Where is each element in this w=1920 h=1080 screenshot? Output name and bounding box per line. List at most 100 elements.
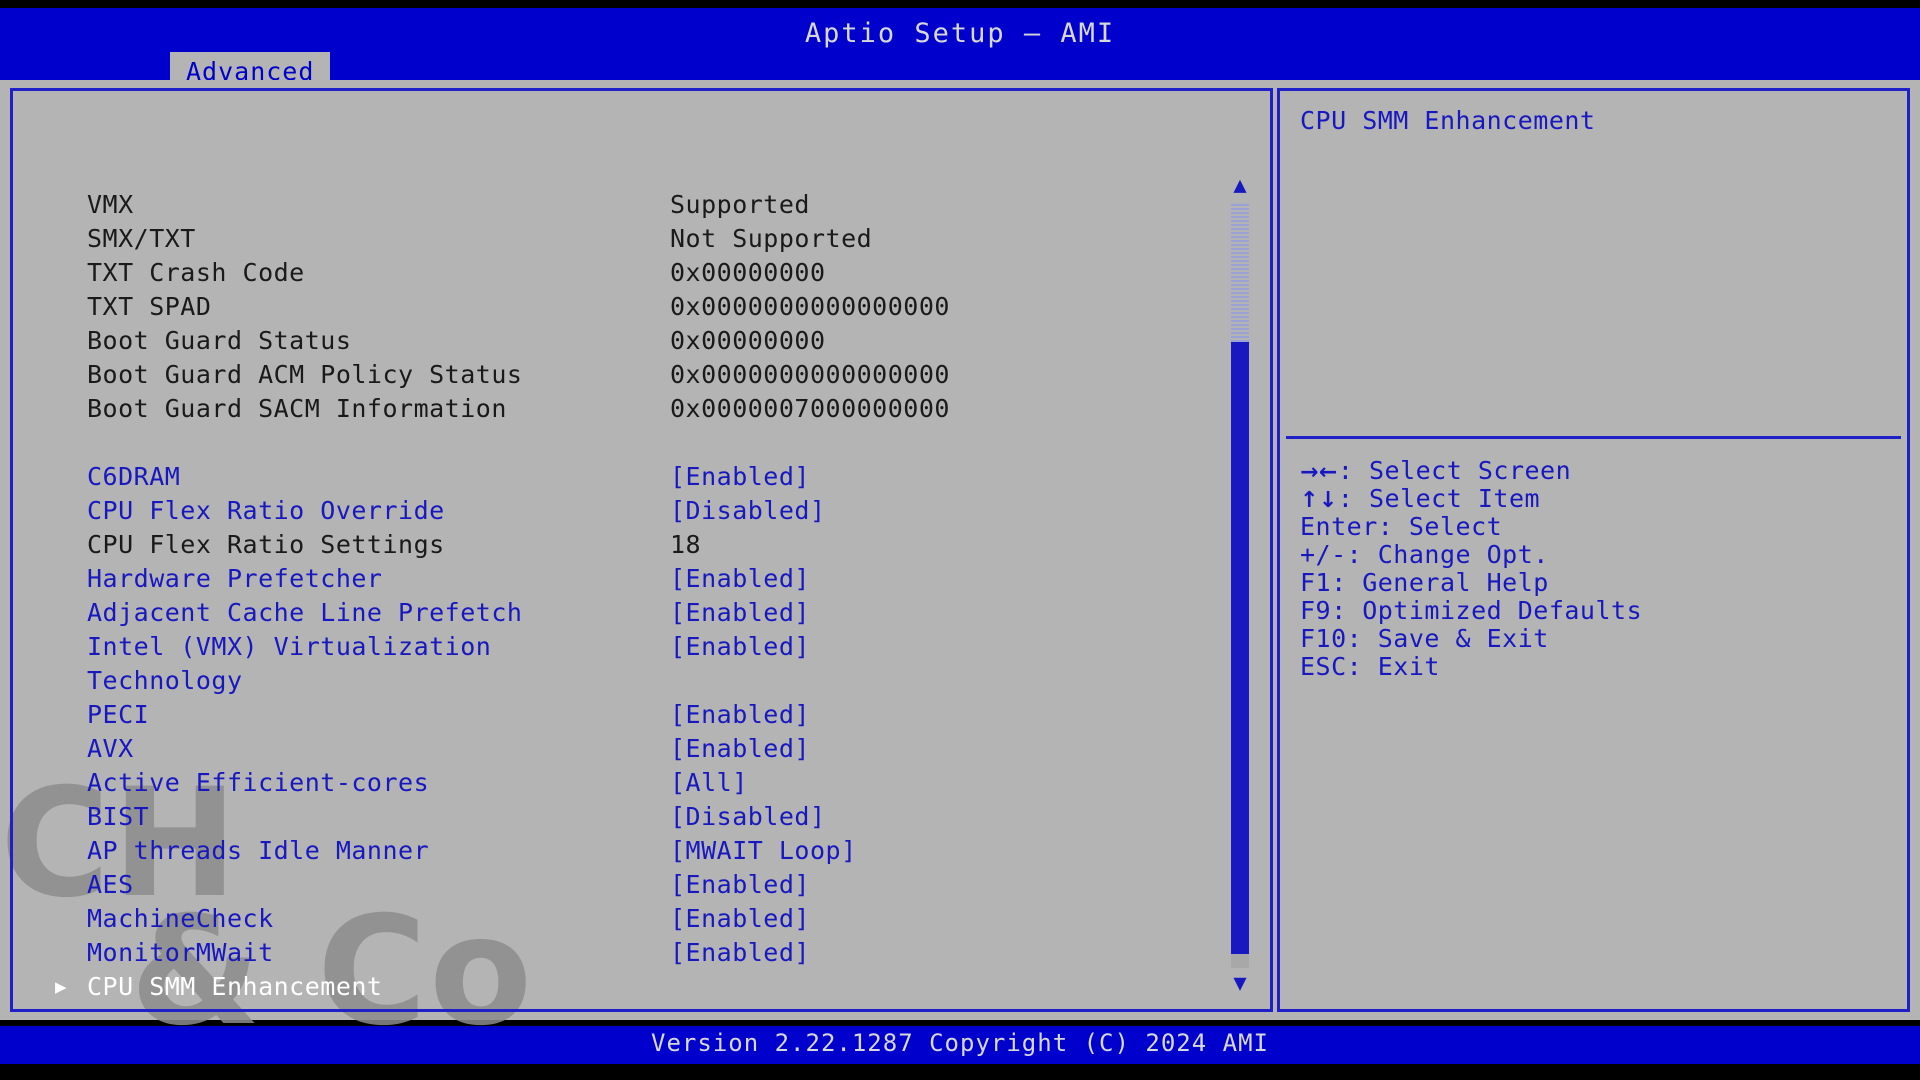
settings-row-value[interactable]: [Enabled] (670, 630, 810, 664)
settings-row: SMX/TXT Not Supported (45, 222, 1225, 256)
submenu-arrow-icon: ▶ (55, 976, 67, 998)
settings-row-label: TXT SPAD (87, 292, 212, 321)
help-key-text: +/-: Change Opt. (1300, 540, 1549, 569)
settings-row-value[interactable]: [MWAIT Loop] (670, 834, 857, 868)
settings-row-label: Intel (VMX) Virtualization (87, 632, 492, 661)
help-key-text: F9: Optimized Defaults (1300, 596, 1643, 625)
help-key-text: F10: Save & Exit (1300, 624, 1549, 653)
settings-row-value[interactable]: [All] (670, 766, 748, 800)
settings-row[interactable]: AVX [Enabled] (45, 732, 1225, 766)
settings-row[interactable]: Adjacent Cache Line Prefetch [Enabled] (45, 596, 1225, 630)
settings-row-label: BIST (87, 802, 150, 831)
settings-row-label: AES (87, 870, 134, 899)
arrow-keys-icon: →← (1300, 460, 1338, 485)
settings-row: TXT Crash Code 0x00000000 (45, 256, 1225, 290)
settings-row-label: MonitorMWait (87, 938, 274, 967)
settings-row-spacer (45, 426, 1225, 460)
settings-row[interactable]: PECI [Enabled] (45, 698, 1225, 732)
settings-row-label: CPU Flex Ratio Override (87, 496, 445, 525)
settings-row-value[interactable]: [Enabled] (670, 460, 810, 494)
settings-scrollbar[interactable]: ▲ ▼ (1227, 175, 1253, 996)
settings-row-value[interactable]: [Enabled] (670, 562, 810, 596)
settings-row[interactable]: Intel (VMX) Virtualization [Enabled] (45, 630, 1225, 664)
help-key-row: →←: Select Screen (1300, 456, 1900, 486)
settings-list: VMX Supported SMX/TXT Not Supported TXT Cras… (45, 188, 1225, 1004)
settings-row: VMX Supported (45, 188, 1225, 222)
settings-row-value: Supported (670, 190, 810, 219)
settings-row: Boot Guard SACM Information 0x00000070000… (45, 392, 1225, 426)
settings-row-value: 18 (670, 530, 702, 559)
settings-row[interactable]: C6DRAM [Enabled] (45, 460, 1225, 494)
settings-row-value[interactable]: [Enabled] (670, 698, 810, 732)
settings-row[interactable]: ▶ CPU SMM Enhancement (45, 970, 1225, 1004)
settings-row-label: Boot Guard SACM Information (87, 394, 507, 423)
settings-row-value[interactable]: [Enabled] (670, 868, 810, 902)
settings-row-value: 0x0000000000000000 (670, 292, 950, 321)
settings-row-label: C6DRAM (87, 462, 181, 491)
settings-row-value: 0x00000000 (670, 326, 826, 355)
help-key-row: Enter: Select (1300, 513, 1900, 541)
settings-row-value[interactable]: [Enabled] (670, 596, 810, 630)
help-key-row: ESC: Exit (1300, 653, 1900, 681)
help-key-text: : Select Screen (1337, 456, 1572, 485)
settings-row-value[interactable]: [Enabled] (670, 902, 810, 936)
settings-row-value: 0x0000007000000000 (670, 394, 950, 423)
page-title: Aptio Setup – AMI (804, 18, 1116, 49)
settings-row-label: Hardware Prefetcher (87, 564, 383, 593)
help-key-row: ↑↓: Select Item (1300, 484, 1900, 514)
help-key-row: F9: Optimized Defaults (1300, 597, 1900, 625)
settings-row[interactable]: MachineCheck [Enabled] (45, 902, 1225, 936)
settings-row-value[interactable]: [Enabled] (670, 936, 810, 970)
settings-row[interactable]: Hardware Prefetcher [Enabled] (45, 562, 1225, 596)
settings-row-value: 0x00000000 (670, 258, 826, 287)
help-title: CPU SMM Enhancement (1300, 106, 1596, 135)
settings-row-value: 0x0000000000000000 (670, 360, 950, 389)
arrow-keys-icon: ↑↓ (1300, 488, 1338, 513)
settings-row-value: Not Supported (670, 224, 873, 253)
settings-row[interactable]: Technology (45, 664, 1225, 698)
settings-row-label: Technology (87, 666, 243, 695)
settings-row-label: AP threads Idle Manner (87, 836, 430, 865)
settings-row-value[interactable]: [Disabled] (670, 494, 826, 528)
settings-row[interactable]: AES [Enabled] (45, 868, 1225, 902)
help-key-row: F10: Save & Exit (1300, 625, 1900, 653)
help-key-row: +/-: Change Opt. (1300, 541, 1900, 569)
scroll-up-arrow-icon[interactable]: ▲ (1227, 175, 1253, 198)
help-divider (1286, 436, 1901, 439)
settings-row-label: TXT Crash Code (87, 258, 305, 287)
settings-row-label: VMX (87, 190, 134, 219)
settings-row[interactable]: MonitorMWait [Enabled] (45, 936, 1225, 970)
settings-row-label: MachineCheck (87, 904, 274, 933)
help-key-text: ESC: Exit (1300, 652, 1440, 681)
help-key-text: Enter: Select (1300, 512, 1503, 541)
settings-row-value[interactable]: [Disabled] (670, 800, 826, 834)
settings-row-label: CPU Flex Ratio Settings (87, 530, 445, 559)
settings-row[interactable]: AP threads Idle Manner [MWAIT Loop] (45, 834, 1225, 868)
settings-row-label: AVX (87, 734, 134, 763)
bios-setup-screen: Aptio Setup – AMI Advanced CH & Co VMX Su… (0, 0, 1920, 1080)
scrollbar-thumb-upper[interactable] (1231, 204, 1249, 342)
settings-row-value[interactable]: [Enabled] (670, 732, 810, 766)
settings-row: Boot Guard Status 0x00000000 (45, 324, 1225, 358)
settings-row: Boot Guard ACM Policy Status 0x0000000000… (45, 358, 1225, 392)
settings-row-label: Active Efficient-cores (87, 768, 430, 797)
help-panel: CPU SMM Enhancement →←: Select Screen ↑↓:… (1277, 88, 1910, 1012)
settings-row-label: Boot Guard ACM Policy Status (87, 360, 523, 389)
scroll-down-arrow-icon[interactable]: ▼ (1227, 973, 1253, 996)
settings-row: CPU Flex Ratio Settings 18 (45, 528, 1225, 562)
settings-row-label: SMX/TXT (87, 224, 196, 253)
help-key-text: : Select Item (1337, 484, 1541, 513)
settings-row[interactable]: Active Efficient-cores [All] (45, 766, 1225, 800)
scrollbar-thumb[interactable] (1231, 342, 1249, 954)
help-key-row: F1: General Help (1300, 569, 1900, 597)
help-key-text: F1: General Help (1300, 568, 1549, 597)
settings-row-label: Adjacent Cache Line Prefetch (87, 598, 523, 627)
settings-row[interactable]: BIST [Disabled] (45, 800, 1225, 834)
settings-row-label: CPU SMM Enhancement (87, 972, 383, 1001)
settings-row-label: PECI (87, 700, 150, 729)
footer-bar: Version 2.22.1287 Copyright (C) 2024 AMI (0, 1026, 1920, 1064)
title-bar: Aptio Setup – AMI Advanced (0, 8, 1920, 88)
settings-row[interactable]: CPU Flex Ratio Override [Disabled] (45, 494, 1225, 528)
settings-row-label: Boot Guard Status (87, 326, 352, 355)
version-copyright: Version 2.22.1287 Copyright (C) 2024 AMI (651, 1029, 1269, 1057)
